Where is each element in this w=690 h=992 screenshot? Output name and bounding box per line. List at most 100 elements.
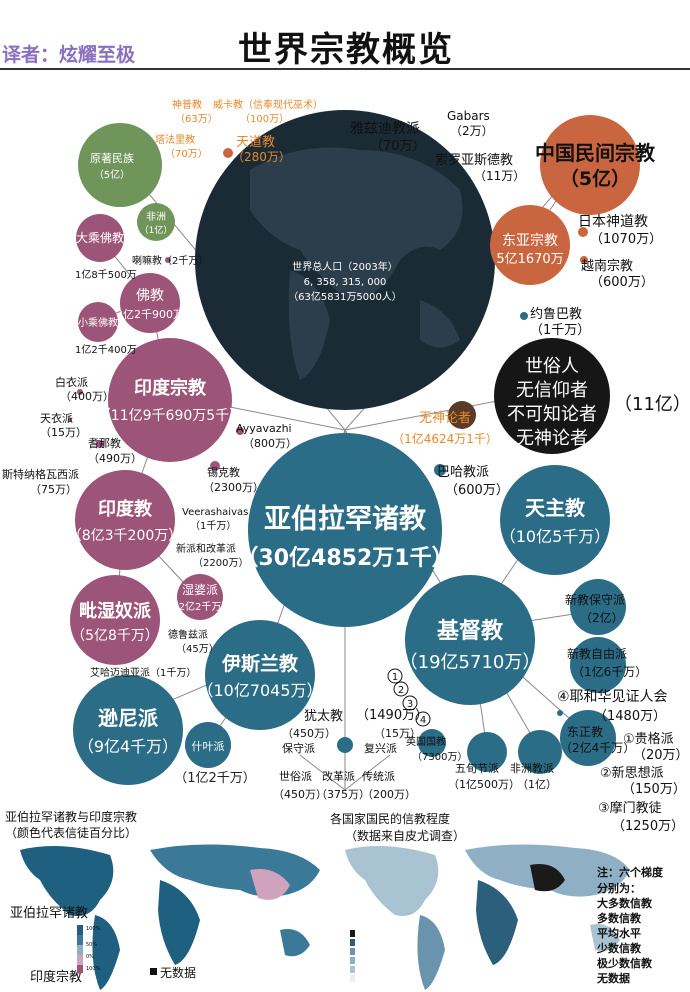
label-sikh: 锡克教 [207,465,240,479]
vaishnavism-name: 毗湿奴派 [79,600,152,622]
shia-name: 什叶派 [192,740,225,753]
africa-name: 非洲 [146,211,166,223]
marker-2: 2 [398,685,404,696]
islam-name: 伊斯兰教 [221,652,299,675]
primal-name: 原著民族 [90,151,134,165]
left-map-title1: 亚伯拉罕诸教与印度宗教 [5,809,137,824]
label-vietnamese-n: （600万） [590,275,654,290]
label-evangelical-n: （2亿） [580,610,624,625]
legend-indian: 印度宗教 [30,969,82,985]
label-traditional: 传统派 [362,770,395,783]
label-vietnamese: 越南宗教 [581,258,633,274]
label-mahayana-n: 1亿8千500万 [75,268,137,281]
marker-1: 1 [392,672,398,683]
atheist-name: 无神论者 [419,411,471,426]
label-yoruba: 约鲁巴教 [530,306,582,322]
sunni-name: 逊尼派 [98,706,159,730]
hinduism-count: （8亿3千200万） [68,528,183,544]
right-scale-bar [350,930,355,982]
marker-3: 3 [407,699,413,710]
label-satanism: 塔法里教 [155,133,195,146]
legend-abrahamic: 亚伯拉罕诸教 [10,905,88,921]
hinduism-bubble [75,470,175,570]
indian-religions-count: （11亿9千690万5千） [97,408,243,424]
label-bahai: 巴哈教派 [437,464,489,480]
vaishnavism-count: （5亿8千万） [71,628,159,644]
note-item: 多数信教 [597,911,642,925]
buddhism-name: 佛教 [136,288,164,304]
label-yazidi-n: （70万） [370,139,426,154]
secular-line4: 无神论者 [516,428,588,449]
secular-line2: 无信仰者 [516,380,588,401]
label-african-churches: 非洲教派 [510,762,554,775]
secular-line1: 世俗人 [525,356,579,377]
label-pentecostal: 五旬节派 [455,762,499,775]
christianity-name: 基督教 [437,618,504,644]
shaivism-count: （2亿2千万） [169,600,232,613]
label-yazidi: 雅兹迪教派 [350,121,420,137]
primal-bubble [78,123,162,207]
label-anglican: 英国国教 [406,735,446,748]
label-conservative: 保守派 [282,741,315,755]
label-jews: 犹太教 [304,708,343,724]
label-evangelical: 新教保守派 [565,592,625,607]
label-zoroastrian: 索罗亚斯德教 [435,152,513,168]
world-label-line3: （63亿5831万5000人） [288,290,402,303]
abrahamic-count: （30亿4852万1千） [236,546,453,571]
label-mormon-n: （1250万） [612,819,684,834]
secular-count: （11亿） [614,394,690,415]
islam-bubble [205,620,315,730]
label-zoroastrian-n: （11万） [474,169,525,183]
mahayana-name: 大乘佛教 [76,230,124,245]
yoruba-dot [520,312,528,320]
indian-religions-name: 印度宗教 [134,377,207,399]
label-new-thought-n: （150万） [622,782,686,797]
label-wicca-n: （100万） [240,113,289,125]
label-shinto-jp: 日本神道教 [578,214,648,230]
note-subtitle: 分别为： [597,881,641,895]
catholic-bubble [500,465,610,575]
label-gabars: Gabars [447,109,490,123]
sunni-count: （9亿4千万） [78,737,178,756]
label-liberal: 新教自由派 [567,646,627,661]
label-ayyavazhi-n: （800万） [243,437,297,450]
label-quaker: ①贵格派 [623,731,674,747]
label-shaktism-n: （45万） [176,643,219,655]
secular-line3: 不可知论者 [507,404,597,425]
catholic-count: （10亿5千万） [500,527,611,546]
note-item: 少数信教 [596,941,642,955]
note-item: 平均水平 [597,926,641,940]
label-pentecostal-n: （1亿500万） [448,778,520,791]
note-title: 注：六个梯度 [597,865,664,879]
label-svetambara-n: （400万） [60,390,114,403]
africa-count: （1亿） [140,224,173,236]
label-theravada-n: 1亿2千400万 [75,343,137,356]
chinese-folk-name: 中国民间宗教 [535,141,656,165]
world-label-line1: 世界总人口（2003年） [292,260,397,273]
shia-count: （1亿2千万） [174,771,256,786]
label-mormon: ③摩门教徒 [598,800,662,816]
label-shinto-jp-n: （1070万） [590,232,662,247]
label-shinto: 神普教 [172,98,202,111]
scale-label-c: 0% [86,954,94,960]
chinese-folk-count: （5亿） [560,167,630,190]
christianity-count: （19亿5710万） [400,652,541,673]
no-data-swatch [150,968,157,975]
label-liberal-n: （1亿6千万） [572,664,647,679]
jehovah-dot [557,710,563,716]
label-svetambara: 白衣派 [55,375,88,389]
catholic-name: 天主教 [525,496,586,520]
label-gabars-n: （2万） [450,124,494,138]
label-shinto-n: （63万） [175,113,218,125]
label-lamaism: 喇嘛教（2千万） [132,254,208,267]
label-neo-hindu-n: （2200万） [193,557,248,569]
label-digambara: 天衣派 [40,411,73,425]
label-neo-hindu: 新派和改革派 [176,542,236,555]
label-veerashaivas: Veerashaivas [182,507,248,518]
label-jainism: 耆那教 [88,437,121,450]
label-traditional-n: （200万） [362,788,416,801]
label-orthodox: 东正教 [567,724,603,739]
label-tiandao: 天道教 [236,134,275,150]
label-ayyavazhi: Ayyavazhi [236,422,292,435]
right-map-title1: 各国家国民的信教程度 [330,811,450,826]
